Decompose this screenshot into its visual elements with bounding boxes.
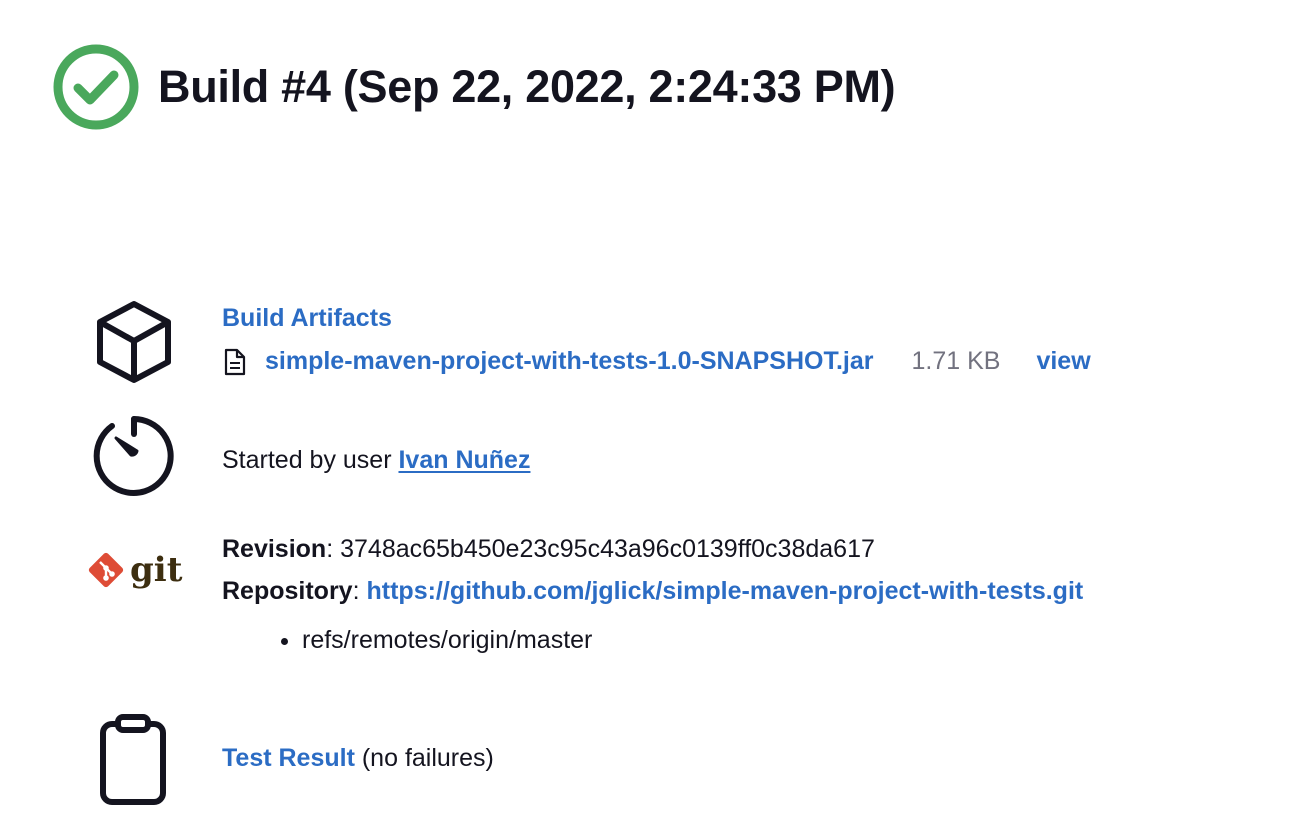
list-item: refs/remotes/origin/master <box>302 620 1083 660</box>
revision-label: Revision <box>222 535 327 563</box>
git-logo-icon: git <box>88 550 183 590</box>
started-by-text: Started by user <box>222 446 399 474</box>
branch-list: refs/remotes/origin/master <box>222 620 1083 660</box>
test-summary: (no failures) <box>361 744 494 772</box>
artifact-file-link[interactable]: simple-maven-project-with-tests-1.0-SNAP… <box>265 347 873 376</box>
scm-content: Revision: 3748ac65b450e23c95c43a96c0139f… <box>222 528 1083 660</box>
test-result-link[interactable]: Test Result <box>222 744 355 772</box>
timer-icon <box>93 416 174 496</box>
artifact-view-link[interactable]: view <box>1036 347 1090 376</box>
repository-line: Repository: https://github.com/jglick/si… <box>222 577 1084 605</box>
scm-section: git Revision: 3748ac65b450e23c95c43a96c0… <box>0 528 1312 678</box>
build-header: Build #4 (Sep 22, 2022, 2:24:33 PM) <box>52 43 896 131</box>
revision-line: Revision: 3748ac65b450e23c95c43a96c0139f… <box>222 535 875 563</box>
package-cube-icon <box>97 301 171 383</box>
build-cause-content: Started by user Ivan Nuñez <box>222 446 530 475</box>
repository-link[interactable]: https://github.com/jglick/simple-maven-p… <box>367 577 1084 605</box>
page-title: Build #4 (Sep 22, 2022, 2:24:33 PM) <box>158 61 896 112</box>
build-artifacts-link[interactable]: Build Artifacts <box>222 304 392 332</box>
file-icon <box>224 348 246 375</box>
repository-label: Repository <box>222 577 353 605</box>
test-result-section: Test Result (no failures) <box>0 714 1312 806</box>
test-result-content: Test Result (no failures) <box>222 744 494 773</box>
clipboard-icon <box>100 714 166 805</box>
build-artifacts-content: Build Artifacts simple-maven-project-wit… <box>222 304 1091 376</box>
artifact-item: simple-maven-project-with-tests-1.0-SNAP… <box>222 347 1091 376</box>
success-check-icon <box>53 44 139 130</box>
svg-text:git: git <box>130 550 183 590</box>
build-cause-section: Started by user Ivan Nuñez <box>0 414 1312 498</box>
revision-hash: 3748ac65b450e23c95c43a96c0139ff0c38da617 <box>340 535 875 563</box>
artifact-size: 1.71 KB <box>911 347 1001 375</box>
user-link[interactable]: Ivan Nuñez <box>398 446 530 474</box>
build-artifacts-section: Build Artifacts simple-maven-project-wit… <box>0 298 1312 388</box>
